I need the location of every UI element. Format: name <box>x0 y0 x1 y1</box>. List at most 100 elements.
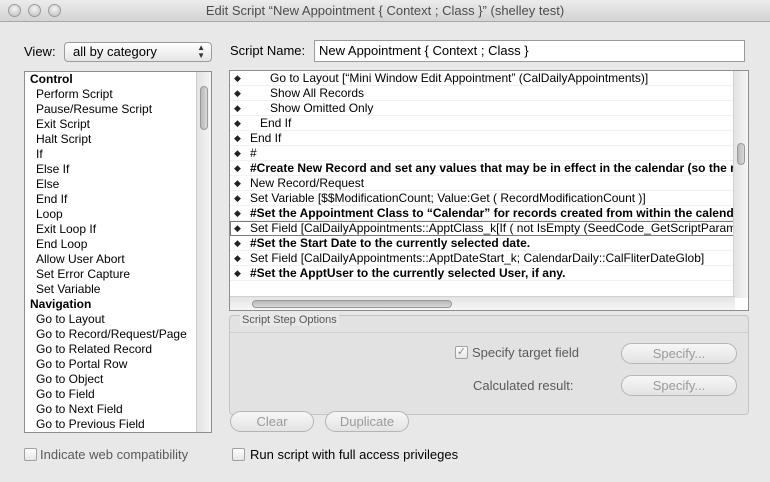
specify-calculation-button[interactable]: Specify... <box>621 375 737 396</box>
script-line-text: Set Field [CalDailyAppointments::ApptDat… <box>250 251 705 265</box>
script-line[interactable]: ◆ Go to Layout [“Mini Window Edit Appoint… <box>230 71 748 86</box>
script-editor-horizontal-scrollbar[interactable] <box>230 296 735 310</box>
script-name-label: Script Name: <box>230 43 306 58</box>
view-dropdown-value: all by category <box>73 44 157 59</box>
script-step-item[interactable]: Set Variable <box>25 282 211 297</box>
script-step-item[interactable]: Perform Script <box>25 87 211 102</box>
script-line[interactable]: ◆ Set Field [CalDailyAppointments::ApptDa… <box>230 251 748 266</box>
drag-handle-diamond-icon[interactable]: ◆ <box>234 101 244 116</box>
script-editor-vertical-scrollbar[interactable] <box>733 71 748 298</box>
script-steps-items: Control Perform Script Pause/Resume Script… <box>25 72 211 432</box>
script-step-item[interactable]: Halt Script <box>25 132 211 147</box>
web-compatibility-label: Indicate web compatibility <box>40 447 189 462</box>
window-title: Edit Script “New Appointment { Context ;… <box>205 3 565 18</box>
script-step-options-group: Script Step Options ✓ Specify target fie… <box>229 314 749 415</box>
script-line-text: End If <box>260 116 292 130</box>
drag-handle-diamond-icon[interactable]: ◆ <box>234 116 244 131</box>
script-step-item[interactable]: Exit Loop If <box>25 222 211 237</box>
drag-handle-diamond-icon[interactable]: ◆ <box>234 251 244 266</box>
script-lines: ◆ Go to Layout [“Mini Window Edit Appoint… <box>230 71 748 281</box>
script-line[interactable]: ◆ #Set the Appointment Class to “Calendar… <box>230 206 748 221</box>
script-line[interactable]: ◆ End If <box>230 116 748 131</box>
drag-handle-diamond-icon[interactable]: ◆ <box>234 206 244 221</box>
script-line-text: Show All Records <box>270 86 365 100</box>
drag-handle-diamond-icon[interactable]: ◆ <box>234 71 244 86</box>
script-line[interactable]: ◆ Set Field [CalDailyAppointments::ApptCl… <box>230 221 748 236</box>
script-step-item[interactable]: Go to Related Record <box>25 342 211 357</box>
script-step-item[interactable]: Allow User Abort <box>25 252 211 267</box>
script-line[interactable]: ◆ Show All Records <box>230 86 748 101</box>
script-editor-horizontal-thumb[interactable] <box>252 300 452 308</box>
full-access-privileges-checkbox[interactable] <box>232 448 245 461</box>
close-window-icon[interactable] <box>8 4 21 17</box>
drag-handle-diamond-icon[interactable]: ◆ <box>234 221 244 236</box>
specify-target-button[interactable]: Specify... <box>621 343 737 364</box>
duplicate-button[interactable]: Duplicate <box>325 411 409 432</box>
drag-handle-diamond-icon[interactable]: ◆ <box>234 146 244 161</box>
view-dropdown[interactable]: all by category ▲ ▼ <box>64 42 212 62</box>
script-line[interactable]: ◆ #Set the ApptUser to the currently sele… <box>230 266 748 281</box>
drag-handle-diamond-icon[interactable]: ◆ <box>234 176 244 191</box>
script-line[interactable]: ◆ End If <box>230 131 748 146</box>
script-step-item[interactable]: End If <box>25 192 211 207</box>
script-line-text: # <box>250 146 257 160</box>
script-step-item[interactable]: Go to Record/Request/Page <box>25 327 211 342</box>
dialog-body: View: all by category ▲ ▼ Control Perform … <box>0 23 770 482</box>
steps-category-heading: Navigation <box>30 297 92 311</box>
drag-handle-diamond-icon[interactable]: ◆ <box>234 191 244 206</box>
zoom-window-icon[interactable] <box>48 4 61 17</box>
full-access-privileges-label: Run script with full access privileges <box>250 447 459 462</box>
drag-handle-diamond-icon[interactable]: ◆ <box>234 131 244 146</box>
script-line-text: Go to Layout [“Mini Window Edit Appointm… <box>270 71 649 85</box>
steps-list-scroll-thumb[interactable] <box>200 86 208 130</box>
drag-handle-diamond-icon[interactable]: ◆ <box>234 236 244 251</box>
script-steps-list[interactable]: Control Perform Script Pause/Resume Script… <box>24 71 212 433</box>
steps-list-scrollbar[interactable] <box>196 72 211 432</box>
script-step-item[interactable]: Else <box>25 177 211 192</box>
drag-handle-diamond-icon[interactable]: ◆ <box>234 266 244 281</box>
clear-button[interactable]: Clear <box>230 411 314 432</box>
script-line-text: Set Variable [$$ModificationCount; Value… <box>250 191 646 205</box>
script-step-item[interactable]: Else If <box>25 162 211 177</box>
minimize-window-icon[interactable] <box>28 4 41 17</box>
script-step-item[interactable]: Loop <box>25 207 211 222</box>
script-line-text: End If <box>250 131 282 145</box>
script-step-options-legend: Script Step Options <box>240 314 339 326</box>
script-step-item[interactable]: Set Error Capture <box>25 267 211 282</box>
view-label: View: <box>24 44 56 59</box>
script-line[interactable]: ◆ Set Variable [$$ModificationCount; Valu… <box>230 191 748 206</box>
script-line[interactable]: ◆ # <box>230 146 748 161</box>
web-compatibility-checkbox[interactable] <box>24 448 37 461</box>
script-step-item[interactable]: If <box>25 147 211 162</box>
script-line[interactable]: ◆ #Create New Record and set any values t… <box>230 161 748 176</box>
steps-category-heading: Control <box>30 72 73 86</box>
script-step-item[interactable]: Go to Layout <box>25 312 211 327</box>
dropdown-arrows-icon: ▲ ▼ <box>197 43 205 60</box>
specify-target-field-checkbox[interactable]: ✓ <box>455 346 468 359</box>
drag-handle-diamond-icon[interactable]: ◆ <box>234 161 244 176</box>
title-bar: Edit Script “New Appointment { Context ;… <box>0 0 770 22</box>
script-line-text: Show Omitted Only <box>270 101 374 115</box>
drag-handle-diamond-icon[interactable]: ◆ <box>234 86 244 101</box>
script-line[interactable]: ◆ New Record/Request <box>230 176 748 191</box>
script-step-item[interactable]: Exit Script <box>25 117 211 132</box>
script-line-text: #Set the ApptUser to the currently selec… <box>250 266 566 280</box>
script-step-item[interactable]: Pause/Resume Script <box>25 102 211 117</box>
calculated-result-label: Calculated result: <box>473 378 574 393</box>
script-line-text: New Record/Request <box>250 176 365 190</box>
script-line-text: Set Field [CalDailyAppointments::ApptCla… <box>250 221 747 235</box>
script-line-text: #Create New Record and set any values th… <box>250 161 735 175</box>
script-step-item[interactable]: End Loop <box>25 237 211 252</box>
script-step-item[interactable]: Go to Field <box>25 387 211 402</box>
script-editor-vertical-thumb[interactable] <box>737 143 745 165</box>
script-line[interactable]: ◆ #Set the Start Date to the currently se… <box>230 236 748 251</box>
script-line-text: #Set the Appointment Class to “Calendar”… <box>250 206 741 220</box>
script-step-item[interactable]: Go to Previous Field <box>25 417 211 432</box>
specify-target-field-label: Specify target field <box>472 345 579 360</box>
script-step-item[interactable]: Go to Portal Row <box>25 357 211 372</box>
script-step-item[interactable]: Go to Next Field <box>25 402 211 417</box>
script-line[interactable]: ◆ Show Omitted Only <box>230 101 748 116</box>
script-step-item[interactable]: Go to Object <box>25 372 211 387</box>
script-editor[interactable]: ◆ Go to Layout [“Mini Window Edit Appoint… <box>229 70 749 311</box>
script-name-input[interactable]: New Appointment { Context ; Class } <box>314 40 745 62</box>
